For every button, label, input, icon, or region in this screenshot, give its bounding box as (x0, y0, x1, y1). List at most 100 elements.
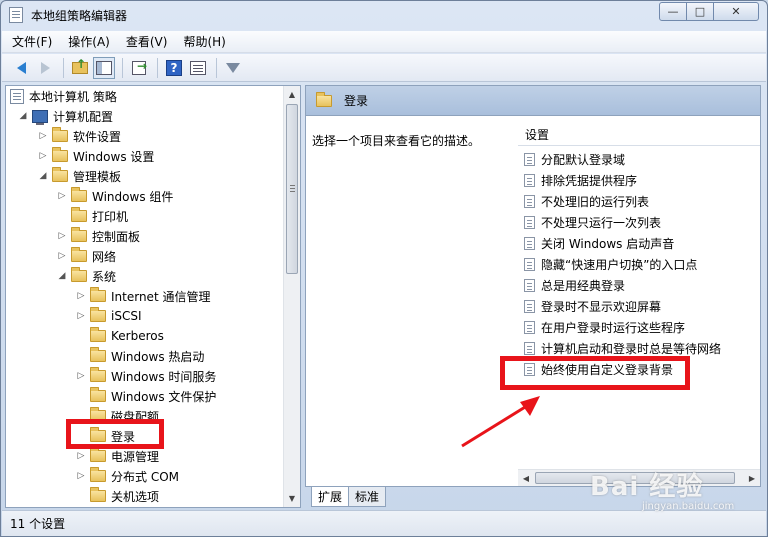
help-icon: ? (166, 59, 182, 76)
toolbar-separator (157, 57, 158, 78)
column-header-setting[interactable]: 设置 (518, 124, 760, 146)
list-item[interactable]: 总是用经典登录 (524, 275, 625, 296)
scroll-thumb[interactable] (286, 104, 298, 274)
tree-item-label: Windows 文件保护 (111, 389, 217, 404)
tree-item-label: 软件设置 (73, 129, 122, 144)
tree-item-label: 计算机配置 (53, 109, 114, 124)
up-one-level-button[interactable] (69, 57, 91, 79)
folder-icon (71, 207, 87, 222)
folder-icon (90, 307, 106, 322)
minimize-button[interactable]: — (659, 2, 687, 21)
scroll-down-arrow-icon[interactable]: ▼ (284, 490, 300, 507)
menu-action[interactable]: 操作(A) (68, 33, 110, 50)
tree-item-windows-hotstart[interactable]: Windows 热启动 (76, 346, 204, 366)
expand-triangle-icon[interactable]: ▷ (76, 471, 86, 481)
list-item[interactable]: 不处理旧的运行列表 (524, 191, 649, 212)
tree-item-control-panel[interactable]: ▷ 控制面板 (57, 226, 140, 246)
tab-extended[interactable]: 扩展 (311, 487, 350, 507)
list-item[interactable]: 在用户登录时运行这些程序 (524, 317, 685, 338)
folder-icon (71, 247, 87, 262)
expand-triangle-icon[interactable]: ▷ (38, 151, 48, 161)
tree-item-label: 管理模板 (73, 169, 122, 184)
list-item[interactable]: 分配默认登录域 (524, 149, 625, 170)
collapse-triangle-icon[interactable]: ◢ (57, 271, 67, 281)
setting-label: 隐藏“快速用户切换”的入口点 (541, 258, 698, 272)
tree-item-system[interactable]: ◢ 系统 (57, 266, 116, 286)
policy-setting-icon (524, 195, 535, 208)
export-list-button[interactable] (128, 57, 150, 79)
folder-icon (71, 187, 87, 202)
folder-icon (90, 447, 106, 462)
properties-button[interactable] (187, 57, 209, 79)
scroll-left-arrow-icon[interactable]: ◀ (518, 470, 534, 486)
forward-button[interactable] (34, 57, 56, 79)
expand-triangle-icon[interactable]: ▷ (76, 311, 86, 321)
setting-label: 不处理只运行一次列表 (541, 216, 662, 230)
setting-label: 分配默认登录域 (541, 153, 626, 167)
tree-item-software-settings[interactable]: ▷ 软件设置 (38, 126, 121, 146)
tree-vertical-scrollbar[interactable]: ▲ ▼ (283, 86, 300, 507)
policy-setting-icon (524, 258, 535, 271)
scroll-up-arrow-icon[interactable]: ▲ (284, 86, 300, 103)
back-button[interactable] (10, 57, 32, 79)
collapse-triangle-icon[interactable]: ◢ (18, 111, 28, 121)
expand-triangle-icon[interactable]: ▷ (76, 291, 86, 301)
collapse-triangle-icon[interactable]: ◢ (38, 171, 48, 181)
tree-item-windows-file-protection[interactable]: Windows 文件保护 (76, 386, 216, 406)
tree-item-computer-config[interactable]: ◢ 计算机配置 (18, 106, 113, 126)
tree-item-power-management[interactable]: ▷ 电源管理 (76, 446, 159, 466)
toolbar-separator (63, 57, 64, 78)
tree-item-local-policy[interactable]: 本地计算机 策略 (10, 86, 117, 106)
folder-icon (90, 387, 106, 402)
expand-triangle-icon[interactable]: ▷ (76, 371, 86, 381)
expand-triangle-icon[interactable]: ▷ (76, 451, 86, 461)
folder-icon (90, 287, 106, 302)
tree-item-label: Windows 组件 (92, 189, 174, 204)
watermark-logo: Bai 经验 (590, 472, 704, 502)
list-item[interactable]: 隐藏“快速用户切换”的入口点 (524, 254, 697, 275)
tree-item-label: 打印机 (92, 209, 129, 224)
tree-item-admin-templates[interactable]: ◢ 管理模板 (38, 166, 121, 186)
maximize-button[interactable]: □ (686, 2, 714, 21)
expand-triangle-icon[interactable]: ▷ (38, 131, 48, 141)
tree-item-network[interactable]: ▷ 网络 (57, 246, 116, 266)
list-item[interactable]: 排除凭据提供程序 (524, 170, 637, 191)
tab-standard[interactable]: 标准 (348, 487, 387, 507)
menu-help[interactable]: 帮助(H) (183, 33, 225, 50)
menu-file[interactable]: 文件(F) (12, 33, 52, 50)
arrow-shaft (461, 402, 531, 448)
show-hide-tree-button[interactable] (93, 56, 115, 79)
highlight-box-custom-background (500, 356, 690, 390)
tree-item-label: 控制面板 (92, 229, 141, 244)
tree-item-iscsi[interactable]: ▷ iSCSI (76, 306, 142, 326)
folder-icon (71, 267, 87, 282)
tree-item-windows-time-service[interactable]: ▷ Windows 时间服务 (76, 366, 216, 386)
list-item[interactable]: 不处理只运行一次列表 (524, 212, 661, 233)
help-button[interactable]: ? (163, 57, 185, 79)
status-text: 11 个设置 (10, 517, 66, 531)
tree-item-shutdown-options[interactable]: 关机选项 (76, 486, 159, 506)
tree-item-internet-communication[interactable]: ▷ Internet 通信管理 (76, 286, 210, 306)
highlight-box-logon (66, 419, 164, 449)
tree-item-distributed-com[interactable]: ▷ 分布式 COM (76, 466, 179, 486)
window-controls: — □ ✕ (659, 2, 759, 21)
filter-button[interactable] (222, 57, 244, 79)
policy-setting-icon (524, 237, 535, 250)
back-arrow-icon (16, 61, 26, 74)
tree-item-label: 关机选项 (111, 489, 160, 504)
expand-triangle-icon[interactable]: ▷ (57, 231, 67, 241)
policy-setting-icon (524, 321, 535, 334)
tree-item-printers[interactable]: 打印机 (57, 206, 128, 226)
list-item[interactable]: 关闭 Windows 启动声音 (524, 233, 674, 254)
title-bar[interactable]: 本地组策略编辑器 — □ ✕ (1, 1, 767, 29)
tree-item-windows-components[interactable]: ▷ Windows 组件 (57, 186, 173, 206)
description-text: 选择一个项目来查看它的描述。 (312, 134, 481, 148)
tree-item-windows-settings[interactable]: ▷ Windows 设置 (38, 146, 154, 166)
menu-view[interactable]: 查看(V) (126, 33, 168, 50)
show-hide-tree-icon (96, 60, 112, 75)
expand-triangle-icon[interactable]: ▷ (57, 191, 67, 201)
expand-triangle-icon[interactable]: ▷ (57, 251, 67, 261)
close-button[interactable]: ✕ (713, 2, 759, 21)
tree-item-kerberos[interactable]: Kerberos (76, 326, 164, 346)
list-item[interactable]: 登录时不显示欢迎屏幕 (524, 296, 661, 317)
